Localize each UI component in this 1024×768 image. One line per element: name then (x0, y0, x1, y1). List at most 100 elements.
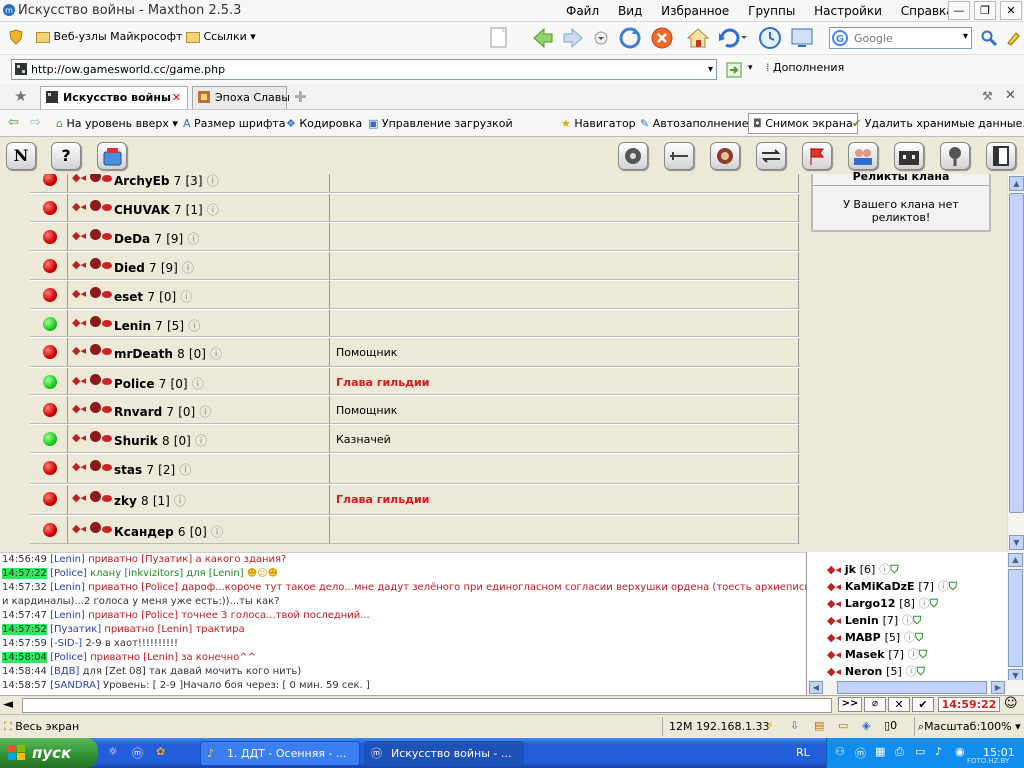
private-message-icon[interactable]: ◆◂ (827, 580, 841, 593)
tray-printer-icon[interactable]: ⎙ (895, 745, 904, 759)
chat-author[interactable]: [-SID-] (50, 638, 82, 649)
flag-icon[interactable] (802, 142, 832, 170)
menu-file[interactable]: Файл (566, 4, 599, 18)
history-clock-icon[interactable] (758, 26, 782, 50)
chat-eraser-icon[interactable]: ⌀ (864, 697, 886, 712)
private-message-icon[interactable]: ◆◂ (827, 631, 841, 644)
member-name[interactable]: Police 7 [0] ⓘ (114, 375, 204, 392)
info-icon[interactable]: ⓘ (180, 290, 192, 304)
close-button[interactable]: ✕ (1000, 1, 1022, 20)
settings-gear-icon[interactable] (618, 142, 648, 170)
character-icon[interactable] (710, 142, 740, 170)
private-message-icon[interactable]: ◆◂ (72, 460, 86, 473)
member-name[interactable]: CHUVAK 7 [1] ⓘ (114, 201, 219, 218)
shield-icon[interactable] (8, 29, 24, 45)
online-scrollbar[interactable]: ▲ ▼ (1007, 552, 1024, 687)
chat-author[interactable]: [ВДВ] (50, 666, 79, 677)
chat-target[interactable]: [Police] (141, 582, 178, 593)
tool-encoding[interactable]: ❖ Кодировка (286, 117, 362, 130)
flash-icon[interactable]: ⚡ (766, 719, 774, 732)
url-dropdown-icon[interactable]: ▾ (708, 60, 713, 79)
smiley-icon[interactable]: ☺ (1004, 696, 1018, 711)
hscroll-thumb[interactable] (837, 681, 987, 694)
new-tab-icon[interactable]: ✚ (294, 88, 307, 106)
search-input[interactable] (854, 30, 954, 46)
info-icon[interactable]: ⓘ (199, 405, 211, 419)
tray-speaker-icon[interactable]: ♪ (935, 745, 942, 758)
nav-forward-icon[interactable]: ⇨ (30, 115, 41, 130)
info-icon[interactable]: ⓘ (188, 319, 200, 333)
chat-message-input[interactable] (22, 698, 832, 713)
fullscreen-button[interactable]: ⛶ Весь экран (4, 720, 79, 734)
member-name[interactable]: Ксандер 6 [0] ⓘ (114, 523, 223, 540)
task-art-of-war[interactable]: ⓜ Искусство войны - ... (364, 741, 524, 766)
chat-send-left-icon[interactable]: ◄ (3, 697, 13, 712)
dropdown-icon[interactable] (594, 31, 608, 45)
quicklaunch-maxthon-icon[interactable]: ⓜ (132, 745, 143, 761)
chat-author[interactable]: [Пузатик] (50, 624, 101, 635)
tool-clear-data[interactable]: ✔ Удалить хранимые данные... (852, 117, 1024, 130)
online-player[interactable]: ◆◂ jk [6] ⓘ⛉ (827, 561, 898, 577)
search-box[interactable]: G ▾ (829, 27, 972, 49)
info-icon[interactable]: ⓘ (210, 347, 222, 361)
castle-icon[interactable] (894, 142, 924, 170)
screen-icon[interactable] (790, 26, 814, 50)
scroll-up-icon[interactable]: ▲ (1008, 553, 1023, 567)
tab-close-icon[interactable]: ✕ (172, 87, 181, 108)
private-message-icon[interactable]: ◆◂ (72, 491, 86, 504)
tool-downloads[interactable]: ▣ Управление загрузкой (368, 117, 513, 130)
scroll-thumb[interactable] (1008, 569, 1023, 667)
sword-icon[interactable] (664, 142, 694, 170)
online-hscrollbar[interactable]: ◀ ▶ (807, 680, 1024, 695)
start-button[interactable]: пуск (0, 738, 98, 768)
member-name[interactable]: stas 7 [2] ⓘ (114, 461, 191, 478)
chat-target[interactable]: [Zet 08] (105, 666, 146, 677)
info-icon[interactable]: ⓘ (192, 377, 204, 391)
scroll-left-icon[interactable]: ◀ (809, 681, 823, 694)
member-name[interactable]: Died 7 [9] ⓘ (114, 259, 194, 276)
private-message-icon[interactable]: ◆◂ (72, 287, 86, 300)
chat-author[interactable]: [Lenin] (50, 582, 85, 593)
restore-button[interactable]: ❐ (974, 1, 996, 20)
exchange-icon[interactable] (756, 142, 786, 170)
star-icon[interactable]: ★ (14, 87, 27, 105)
forward-arrow-icon[interactable] (562, 27, 584, 49)
chat-target[interactable]: [Lenin] (157, 624, 192, 635)
tray-antivirus-icon[interactable]: ◉ (955, 745, 965, 758)
exit-door-icon[interactable] (986, 142, 1016, 170)
proxy-icon[interactable]: ◈ (862, 719, 870, 732)
map-pin-icon[interactable] (940, 142, 970, 170)
url-field[interactable]: http://ow.gamesworld.cc/game.php ▾ (11, 59, 717, 80)
private-message-icon[interactable]: ◆◂ (827, 665, 841, 678)
info-icon[interactable]: ⓘ (211, 525, 223, 539)
clan-members-icon[interactable] (848, 142, 878, 170)
new-page-icon[interactable] (488, 26, 510, 50)
scroll-thumb[interactable] (1009, 193, 1024, 513)
tray-app-icon[interactable]: ▦ (875, 745, 885, 758)
info-icon[interactable]: ⓘ (195, 434, 207, 448)
news-button[interactable]: N (6, 142, 36, 170)
member-name[interactable]: DeDa 7 [9] ⓘ (114, 230, 199, 247)
private-message-icon[interactable]: ◆◂ (827, 614, 841, 627)
favorites-link-microsoft[interactable]: Веб-узлы Майкрософт ▾ (36, 30, 192, 43)
member-name[interactable]: ArchyEb 7 [3] ⓘ (114, 174, 219, 189)
private-message-icon[interactable]: ◆◂ (827, 597, 841, 610)
member-name[interactable]: Lenin 7 [5] ⓘ (114, 317, 200, 334)
private-message-icon[interactable]: ◆◂ (72, 174, 86, 184)
help-button[interactable]: ? (51, 142, 81, 170)
info-icon[interactable]: ⓘ (174, 494, 186, 508)
bag-button[interactable] (97, 142, 127, 170)
chat-target[interactable]: [inkvizitors] (124, 568, 183, 579)
tab-art-of-war[interactable]: Искусство войны ✕ (40, 86, 188, 109)
undo-icon[interactable] (718, 27, 748, 49)
minimize-button[interactable]: — (948, 1, 970, 20)
info-icon[interactable]: ⓘ (919, 597, 930, 610)
folder-status-icon[interactable]: ▭ (838, 719, 848, 732)
online-player[interactable]: ◆◂ Largo12 [8] ⓘ⛉ (827, 595, 938, 611)
info-icon[interactable]: ⓘ (879, 563, 890, 576)
favorites-link-links[interactable]: Ссылки ▾ (186, 30, 256, 43)
chat-author[interactable]: [Police] (50, 652, 87, 663)
private-message-icon[interactable]: ◆◂ (72, 200, 86, 213)
info-icon[interactable]: ⓘ (182, 261, 194, 275)
member-name[interactable]: Shurik 8 [0] ⓘ (114, 432, 207, 449)
